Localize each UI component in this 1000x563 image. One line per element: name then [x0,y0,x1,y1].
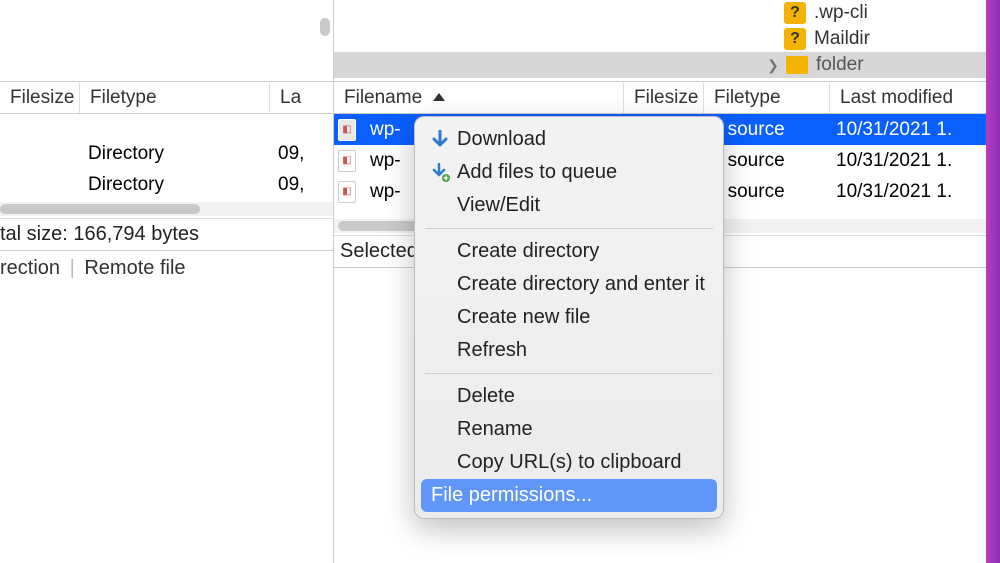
file-icon: ◧ [338,181,356,203]
tree-item-label: Maildir [814,28,870,50]
menu-create-directory-enter[interactable]: Create directory and enter it [415,268,723,301]
list-row[interactable] [0,114,333,138]
tree-item-selected[interactable]: ❯ folder [334,52,1000,78]
cell-filetype: Directory [80,141,270,167]
transfer-queue-header: rection | Remote file [0,251,333,280]
menu-view-edit[interactable]: View/Edit [415,189,723,222]
menu-separator [425,373,713,374]
menu-add-to-queue[interactable]: Add files to queue [415,156,723,189]
cell-filetype: Directory [80,172,270,198]
context-menu: Download Add files to queue View/Edit Cr… [414,116,724,519]
col-lastmod[interactable]: La [270,83,320,113]
menu-label: Download [457,128,546,151]
scrollbar-vertical[interactable] [320,0,330,55]
col-remotefile: Remote file [84,257,185,279]
divider: | [70,257,75,279]
col-filename[interactable]: Filename [334,83,624,113]
tree-item-label: .wp-cli [814,2,868,24]
question-folder-icon: ? [784,2,806,24]
menu-label: Copy URL(s) to clipboard [457,451,682,474]
menu-download[interactable]: Download [415,123,723,156]
menu-file-permissions[interactable]: File permissions... [421,479,717,512]
scrollbar-thumb[interactable] [320,18,330,36]
tree-item-label: folder [816,54,864,76]
window-edge [986,0,1000,563]
menu-create-directory[interactable]: Create directory [415,235,723,268]
col-lastmod[interactable]: Last modified [830,83,1000,113]
cell-filesize [0,183,80,187]
tree-item[interactable]: ? .wp-cli [334,0,1000,26]
col-direction: rection [0,257,60,279]
menu-delete[interactable]: Delete [415,380,723,413]
col-filesize[interactable]: Filesize [624,83,704,113]
cell-lastmod: 10/31/2021 1. [828,148,1000,174]
menu-label: Rename [457,418,533,441]
file-icon: ◧ [338,150,356,172]
list-row[interactable]: Directory 09, [0,138,333,169]
local-list-header: Filesize Filetype La [0,82,333,114]
menu-label: Create directory [457,240,599,263]
col-filesize[interactable]: Filesize [0,83,80,113]
col-filename-label: Filename [344,87,422,108]
remote-tree[interactable]: ? .wp-cli ? Maildir ❯ folder [334,0,1000,82]
menu-label: Create directory and enter it [457,273,705,296]
scrollbar-horizontal[interactable] [0,202,333,216]
cell-lastmod: 10/31/2021 1. [828,117,1000,143]
sort-asc-icon [431,91,447,103]
download-icon [431,130,457,150]
list-row[interactable]: Directory 09, [0,169,333,200]
menu-label: File permissions... [431,484,592,507]
col-filetype[interactable]: Filetype [704,83,830,113]
remote-list-header: Filename Filesize Filetype Last modified [334,82,1000,114]
local-panel: Filesize Filetype La Directory 09, Direc… [0,0,334,563]
folder-icon [786,56,808,74]
chevron-right-icon[interactable]: ❯ [766,58,780,72]
cell-filesize [0,152,80,156]
menu-refresh[interactable]: Refresh [415,334,723,367]
question-folder-icon: ? [784,28,806,50]
menu-label: Refresh [457,339,527,362]
col-filetype[interactable]: Filetype [80,83,270,113]
scrollbar-thumb[interactable] [0,204,200,214]
local-status: tal size: 166,794 bytes [0,218,333,251]
menu-separator [425,228,713,229]
download-plus-icon [431,163,457,183]
tree-item[interactable]: ? Maildir [334,26,1000,52]
menu-label: Add files to queue [457,161,617,184]
menu-copy-url[interactable]: Copy URL(s) to clipboard [415,446,723,479]
local-tree[interactable] [0,0,333,82]
cell-lastmod: 09, [270,141,320,167]
menu-label: View/Edit [457,194,540,217]
menu-label: Delete [457,385,515,408]
menu-label: Create new file [457,306,590,329]
file-icon: ◧ [338,119,356,141]
menu-rename[interactable]: Rename [415,413,723,446]
cell-lastmod: 09, [270,172,320,198]
local-file-list[interactable]: Directory 09, Directory 09, [0,114,333,200]
cell-lastmod: 10/31/2021 1. [828,179,1000,205]
menu-create-file[interactable]: Create new file [415,301,723,334]
